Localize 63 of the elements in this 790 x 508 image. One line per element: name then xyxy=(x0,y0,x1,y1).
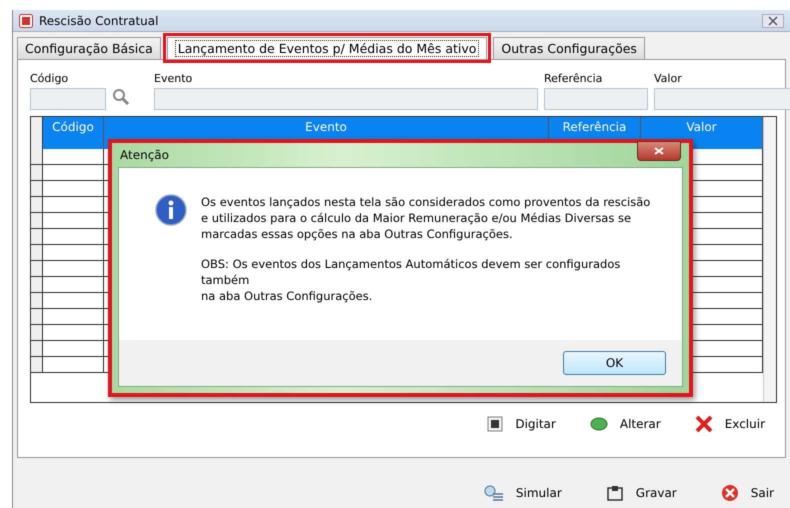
save-icon xyxy=(606,485,624,501)
info-icon xyxy=(155,194,187,226)
dialog-note: na aba Outras Configurações. xyxy=(201,288,374,304)
field-label: Código xyxy=(30,72,70,87)
search-icon[interactable] xyxy=(112,88,130,106)
grid-cell xyxy=(43,357,104,373)
app-icon xyxy=(19,14,33,28)
row-indicator[interactable] xyxy=(31,309,43,325)
row-indicator[interactable] xyxy=(31,277,43,293)
grid-cell xyxy=(43,277,104,293)
field-label: Evento xyxy=(154,72,194,87)
row-indicator[interactable] xyxy=(31,149,43,165)
row-indicator[interactable] xyxy=(31,341,43,357)
action-button[interactable]: Excluir xyxy=(694,415,765,433)
row-indicator[interactable] xyxy=(31,213,43,229)
grid-cell xyxy=(43,325,104,341)
footer-button[interactable]: Gravar xyxy=(606,484,677,502)
grid-cell xyxy=(43,293,104,309)
input-field[interactable] xyxy=(154,88,538,110)
grid-cell xyxy=(43,213,104,229)
grid-cell xyxy=(43,341,104,357)
column-header[interactable]: Código xyxy=(43,117,104,149)
row-indicator[interactable] xyxy=(31,357,43,373)
ok-button[interactable]: OK xyxy=(563,351,666,375)
grid-cell xyxy=(43,245,104,261)
close-icon[interactable] xyxy=(762,14,784,28)
dialog-message: Os eventos lançados nesta tela são considerados como proventos da rescisão e utilizados para o cálculo da Maior Remuneração e/ou Médias Diversas se marcadas essas opções na aba Outras Configurações. xyxy=(201,194,652,242)
scrollbar[interactable] xyxy=(763,117,776,402)
row-indicator[interactable] xyxy=(31,245,43,261)
window-title: Rescisão Contratual xyxy=(39,14,160,28)
row-indicator[interactable] xyxy=(31,325,43,341)
row-indicator[interactable] xyxy=(31,181,43,197)
input-field[interactable] xyxy=(654,88,790,110)
tab[interactable]: Configuração Básica xyxy=(17,37,161,59)
field-label: Valor xyxy=(654,72,683,87)
grid-cell xyxy=(43,229,104,245)
row-indicator[interactable] xyxy=(31,293,43,309)
delete-icon xyxy=(694,415,713,433)
dialog-close-button[interactable] xyxy=(637,141,681,161)
footer-button[interactable]: Sair xyxy=(720,484,774,502)
grid-cell xyxy=(43,149,104,165)
grid-cell xyxy=(43,181,104,197)
action-button[interactable]: Digitar xyxy=(487,415,556,433)
exit-icon xyxy=(720,484,739,502)
footer-button[interactable]: Simular xyxy=(484,484,562,502)
orb-icon xyxy=(590,417,608,431)
dialog-title: Atenção xyxy=(120,148,170,162)
row-indicator[interactable] xyxy=(31,229,43,245)
list-icon xyxy=(484,485,504,501)
grid-cell xyxy=(43,261,104,277)
grid-cell xyxy=(43,197,104,213)
row-indicator[interactable] xyxy=(31,197,43,213)
input-field[interactable] xyxy=(544,88,648,110)
action-button[interactable]: Alterar xyxy=(590,415,661,433)
row-indicator[interactable] xyxy=(31,165,43,181)
grid-cell xyxy=(43,165,104,181)
grid-cell xyxy=(43,309,104,325)
close-icon xyxy=(654,147,664,155)
field-label: Referência xyxy=(544,72,604,87)
input-field[interactable] xyxy=(30,88,106,110)
row-indicator[interactable] xyxy=(31,261,43,277)
tab[interactable]: Outras Configurações xyxy=(493,37,645,59)
letter-key-icon xyxy=(487,416,504,432)
